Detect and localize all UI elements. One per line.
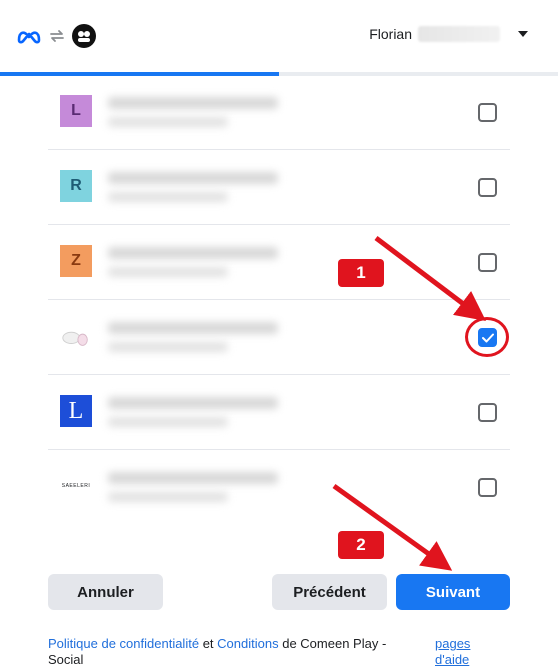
step-badge-1: 1 [338, 259, 384, 287]
step-badge-2: 2 [338, 531, 384, 559]
highlight-circle [465, 317, 509, 357]
previous-button[interactable]: Précédent [272, 574, 387, 610]
privacy-policy-link[interactable]: Politique de confidentialité [48, 636, 199, 651]
conditions-link[interactable]: Conditions [217, 636, 278, 651]
arrow-1 [374, 236, 486, 322]
footer-legal: Politique de confidentialité et Conditio… [48, 636, 408, 668]
help-pages-link[interactable]: pages d'aide [435, 636, 495, 668]
footer-and: et [202, 636, 214, 651]
next-button[interactable]: Suivant [396, 574, 510, 610]
cancel-button[interactable]: Annuler [48, 574, 163, 610]
